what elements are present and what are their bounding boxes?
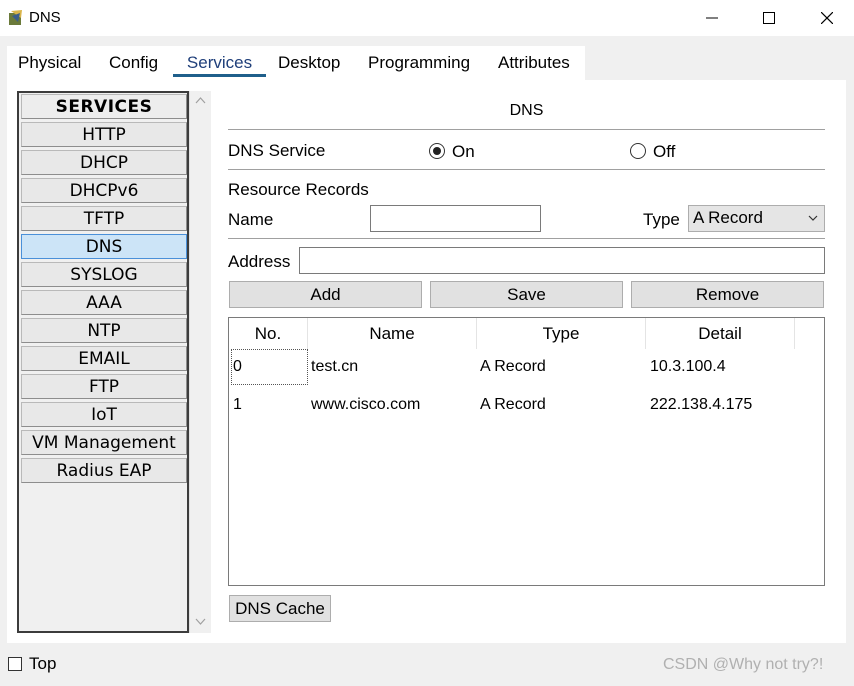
row-no: 1 — [233, 396, 242, 413]
top-label: Top — [29, 654, 57, 673]
service-item-iot[interactable]: IoT — [21, 402, 187, 427]
service-item-http[interactable]: HTTP — [21, 122, 187, 147]
tab-config[interactable]: Config — [109, 53, 158, 77]
type-select[interactable]: A Record — [688, 205, 825, 232]
divider — [228, 129, 825, 130]
window-title: DNS — [29, 9, 61, 26]
service-item-dhcp[interactable]: DHCP — [21, 150, 187, 175]
row-detail: 10.3.100.4 — [650, 358, 726, 375]
resource-records-label: Resource Records — [228, 180, 369, 199]
watermark: CSDN @Why not try?! — [663, 656, 824, 673]
packet-tracer-device-icon — [9, 10, 22, 25]
row-detail: 222.138.4.175 — [650, 396, 753, 413]
tab-bar: Physical Config Services Desktop Program… — [7, 46, 585, 80]
close-icon — [821, 12, 833, 24]
close-button[interactable] — [804, 0, 850, 36]
dns-records-table: No. Name Type Detail 0 test.cn A Record … — [228, 317, 825, 586]
save-button[interactable]: Save — [430, 281, 623, 308]
dns-on-radio[interactable] — [429, 143, 445, 159]
service-item-radius-eap[interactable]: Radius EAP — [21, 458, 187, 483]
tab-services[interactable]: Services — [173, 53, 266, 77]
service-item-dhcpv6[interactable]: DHCPv6 — [21, 178, 187, 203]
tab-attributes[interactable]: Attributes — [498, 53, 570, 77]
divider — [228, 238, 825, 239]
top-checkbox[interactable] — [8, 657, 22, 671]
service-item-dns[interactable]: DNS — [21, 234, 187, 259]
dns-off-radio[interactable] — [630, 143, 646, 159]
divider — [228, 169, 825, 170]
scroll-down-icon[interactable] — [195, 618, 206, 625]
services-header: SERVICES — [21, 94, 187, 119]
type-label: Type — [643, 210, 680, 229]
dns-off-label: Off — [653, 142, 676, 161]
focused-cell — [231, 349, 308, 385]
service-item-aaa[interactable]: AAA — [21, 290, 187, 315]
service-item-tftp[interactable]: TFTP — [21, 206, 187, 231]
column-header-name[interactable]: Name — [308, 318, 477, 349]
row-type: A Record — [480, 358, 546, 375]
services-scrollbar[interactable] — [189, 91, 211, 633]
scroll-up-icon[interactable] — [195, 97, 206, 104]
chevron-down-icon — [808, 215, 818, 221]
row-name: test.cn — [311, 358, 359, 375]
dns-title: DNS — [509, 102, 544, 119]
row-name: www.cisco.com — [311, 396, 421, 413]
maximize-button[interactable] — [746, 0, 792, 36]
minimize-icon — [706, 17, 718, 19]
name-input[interactable] — [370, 205, 541, 232]
minimize-button[interactable] — [689, 0, 735, 36]
row-type: A Record — [480, 396, 546, 413]
title-bar: DNS — [0, 0, 854, 36]
column-header-detail[interactable]: Detail — [646, 318, 795, 349]
dns-on-label: On — [452, 142, 475, 161]
service-item-vm-management[interactable]: VM Management — [21, 430, 187, 455]
add-button[interactable]: Add — [229, 281, 422, 308]
service-item-syslog[interactable]: SYSLOG — [21, 262, 187, 287]
dns-service-label: DNS Service — [228, 141, 326, 160]
tab-programming[interactable]: Programming — [368, 53, 470, 77]
row-no: 0 — [233, 358, 242, 375]
address-label: Address — [228, 252, 291, 271]
column-header-type[interactable]: Type — [477, 318, 646, 349]
services-list: SERVICES HTTP DHCP DHCPv6 TFTP DNS SYSLO… — [17, 91, 189, 633]
dns-cache-button[interactable]: DNS Cache — [229, 595, 331, 622]
maximize-icon — [763, 12, 775, 24]
service-item-email[interactable]: EMAIL — [21, 346, 187, 371]
tab-physical[interactable]: Physical — [18, 53, 81, 77]
column-header-no[interactable]: No. — [229, 318, 308, 349]
service-item-ftp[interactable]: FTP — [21, 374, 187, 399]
type-select-value: A Record — [693, 208, 763, 227]
remove-button[interactable]: Remove — [631, 281, 824, 308]
service-item-ntp[interactable]: NTP — [21, 318, 187, 343]
tab-desktop[interactable]: Desktop — [278, 53, 340, 77]
address-input[interactable] — [299, 247, 825, 274]
name-label: Name — [228, 210, 274, 229]
